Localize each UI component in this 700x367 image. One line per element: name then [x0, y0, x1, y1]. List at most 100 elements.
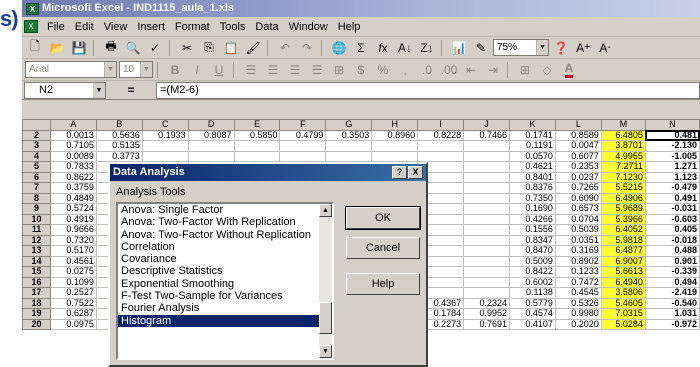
cell[interactable]: 0.1690: [509, 203, 556, 215]
cell[interactable]: 0.0975: [49, 318, 97, 330]
cell[interactable]: 0.0275: [49, 266, 97, 278]
cell[interactable]: 6.4877: [600, 245, 646, 257]
cell[interactable]: 5.4605: [600, 297, 646, 309]
cell[interactable]: 0.8087: [187, 129, 235, 141]
underline-icon[interactable]: U: [209, 61, 229, 79]
cell[interactable]: [463, 224, 510, 236]
cell[interactable]: 0.3759: [49, 182, 97, 194]
cell[interactable]: [325, 140, 373, 152]
row-header[interactable]: 15: [22, 266, 51, 278]
cell[interactable]: 6.4805: [600, 129, 646, 141]
menu-help[interactable]: Help: [333, 21, 366, 33]
cell[interactable]: -2.419: [644, 287, 700, 299]
autosum-icon[interactable]: Σ: [351, 39, 371, 57]
cell[interactable]: 0.1191: [509, 140, 556, 152]
cell[interactable]: [371, 140, 419, 152]
currency-icon[interactable]: $: [351, 61, 371, 79]
cell[interactable]: -1.005: [644, 150, 700, 162]
cell[interactable]: 0.5009: [509, 255, 556, 267]
menu-insert[interactable]: Insert: [132, 21, 170, 33]
menu-file[interactable]: File: [42, 21, 70, 33]
cell[interactable]: 0.8228: [417, 129, 465, 141]
comma-icon[interactable]: ,: [395, 61, 415, 79]
cut-icon[interactable]: ✂: [177, 39, 197, 57]
analysis-tool-item[interactable]: Correlation: [118, 241, 332, 253]
menu-data[interactable]: Data: [250, 21, 283, 33]
cell[interactable]: 0.5779: [509, 297, 556, 309]
redo-icon[interactable]: ↷: [297, 39, 317, 57]
increase-indent-icon[interactable]: ⇥: [483, 61, 503, 79]
cell[interactable]: 0.901: [644, 255, 700, 267]
cell[interactable]: [463, 182, 510, 194]
cell[interactable]: 0.5039: [554, 224, 602, 236]
cell[interactable]: [463, 255, 510, 267]
cell[interactable]: 0.481: [644, 129, 700, 141]
cell[interactable]: 1.031: [644, 308, 700, 320]
cell[interactable]: 0.8470: [509, 245, 556, 257]
chevron-down-icon[interactable]: ▼: [104, 62, 116, 77]
cell[interactable]: -0.603: [644, 213, 700, 225]
row-header[interactable]: 5: [22, 161, 51, 173]
justify-icon[interactable]: ☰: [307, 61, 327, 79]
analysis-tool-item[interactable]: Anova: Two-Factor Without Replication: [118, 229, 332, 241]
decrease-indent-icon[interactable]: ⇤: [461, 61, 481, 79]
column-header[interactable]: L: [554, 119, 602, 131]
cell[interactable]: 0.5135: [95, 140, 143, 152]
row-header[interactable]: 4: [22, 150, 51, 162]
row-header[interactable]: 11: [22, 224, 51, 236]
copy-icon[interactable]: ⎘: [199, 39, 219, 57]
cell[interactable]: 0.2020: [554, 318, 602, 330]
font-select[interactable]: Arial ▼: [25, 61, 117, 78]
column-header[interactable]: H: [371, 119, 419, 131]
bold-icon[interactable]: B: [165, 61, 185, 79]
scroll-up-icon[interactable]: ▲: [319, 204, 332, 217]
chevron-down-icon[interactable]: ▼: [93, 82, 105, 98]
menu-edit[interactable]: Edit: [70, 21, 99, 33]
cell[interactable]: [417, 140, 465, 152]
undo-icon[interactable]: ↶: [275, 39, 295, 57]
open-icon[interactable]: 📂: [47, 39, 67, 57]
cell[interactable]: -0.339: [644, 266, 700, 278]
cell[interactable]: 0.7466: [463, 129, 510, 141]
cell[interactable]: 0.1233: [554, 266, 602, 278]
cell[interactable]: [463, 171, 510, 183]
row-header[interactable]: 2: [22, 129, 51, 141]
function-icon[interactable]: fx: [373, 39, 393, 57]
cell[interactable]: [463, 245, 510, 257]
format-painter-icon[interactable]: 🖌: [243, 39, 263, 57]
cell[interactable]: 0.8622: [49, 171, 97, 183]
chart-wizard-icon[interactable]: 📊: [449, 39, 469, 57]
column-header[interactable]: G: [325, 119, 373, 131]
row-header[interactable]: 7: [22, 182, 51, 194]
cell[interactable]: [187, 150, 235, 162]
help-button[interactable]: ?: [392, 166, 407, 179]
cell[interactable]: 0.0047: [554, 140, 602, 152]
cell[interactable]: 0.2527: [49, 287, 97, 299]
column-header[interactable]: C: [141, 119, 189, 131]
cell[interactable]: 0.7265: [554, 182, 602, 194]
cell[interactable]: 0.6077: [554, 150, 602, 162]
cancel-button[interactable]: Cancel: [346, 237, 420, 259]
drawing-icon[interactable]: ✎: [471, 39, 491, 57]
cell[interactable]: [141, 140, 189, 152]
cell[interactable]: 0.491: [644, 192, 700, 204]
chevron-down-icon[interactable]: ▼: [140, 62, 152, 77]
cell[interactable]: 0.6287: [49, 308, 97, 320]
cell[interactable]: [371, 150, 419, 162]
ok-button[interactable]: OK: [345, 206, 421, 230]
cell[interactable]: 0.5326: [554, 297, 602, 309]
excel-icon[interactable]: X: [26, 2, 39, 15]
cell[interactable]: 0.2324: [463, 297, 510, 309]
menu-view[interactable]: View: [99, 21, 133, 33]
row-header[interactable]: 17: [22, 287, 51, 299]
column-header[interactable]: D: [187, 119, 235, 131]
row-header[interactable]: 19: [22, 308, 51, 320]
cell[interactable]: [141, 150, 189, 162]
paste-icon[interactable]: 📋: [221, 39, 241, 57]
cell[interactable]: 5.9818: [600, 234, 646, 246]
cell[interactable]: 5.0284: [600, 318, 646, 330]
cell[interactable]: 6.4052: [600, 224, 646, 236]
cell[interactable]: 0.5724: [49, 203, 97, 215]
cell[interactable]: [279, 150, 327, 162]
cell[interactable]: 0.0013: [49, 129, 97, 141]
